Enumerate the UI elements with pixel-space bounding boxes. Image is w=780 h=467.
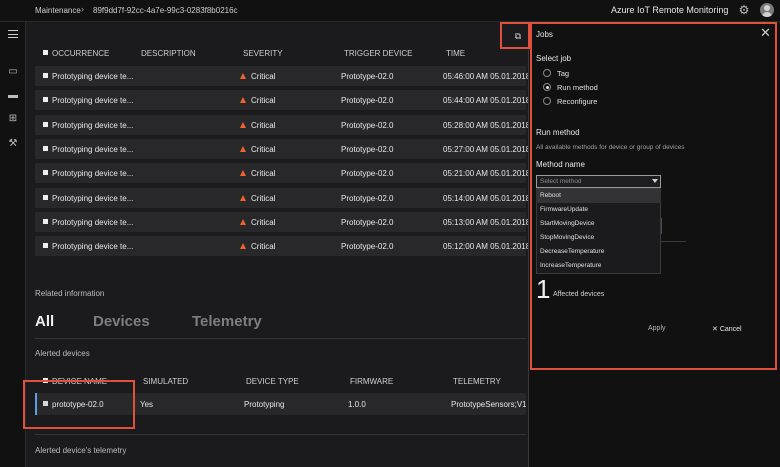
row-checkbox[interactable] xyxy=(43,122,48,127)
maintenance-icon[interactable]: ⚒ xyxy=(6,138,20,150)
occurrence-cell: Prototyping device te... xyxy=(52,218,134,227)
trigger-device-cell: Prototype-02.0 xyxy=(341,96,394,105)
occurrence-cell: Prototyping device te... xyxy=(52,96,134,105)
time-cell: 05:12:00 AM 05.01.2018 xyxy=(443,242,531,251)
chevron-right-icon: › xyxy=(81,4,84,14)
row-checkbox[interactable] xyxy=(43,243,48,248)
breadcrumb-maintenance[interactable]: Maintenance xyxy=(35,6,81,15)
rules-icon[interactable]: ⊞ xyxy=(6,113,20,125)
warning-icon xyxy=(240,73,246,79)
occurrence-cell: Prototyping device te... xyxy=(52,169,134,178)
tab-all[interactable]: All xyxy=(35,313,54,330)
header-simulated[interactable]: SIMULATED xyxy=(143,377,188,386)
trigger-device-cell: Prototype-02.0 xyxy=(341,218,394,227)
table-row[interactable]: Prototyping device te... Critical Protot… xyxy=(35,90,530,110)
trigger-device-cell: Prototype-02.0 xyxy=(341,169,394,178)
device-type-cell: Prototyping xyxy=(244,400,285,409)
warning-icon xyxy=(240,170,246,176)
table-row[interactable]: Prototyping device te... Critical Protot… xyxy=(35,115,530,135)
warning-icon xyxy=(240,97,246,103)
header-occurrence[interactable]: OCCURRENCE xyxy=(43,49,109,58)
severity-cell: Critical xyxy=(251,218,276,227)
select-all-checkbox[interactable] xyxy=(43,50,48,55)
occurrence-cell: Prototyping device te... xyxy=(52,145,134,154)
table-row[interactable]: Prototyping device te... Critical Protot… xyxy=(35,212,530,232)
devices-icon[interactable]: ▬ xyxy=(6,90,20,102)
dashboard-icon[interactable]: ▭ xyxy=(6,66,20,78)
table-row[interactable]: Prototyping device te... Critical Protot… xyxy=(35,139,530,159)
tab-telemetry[interactable]: Telemetry xyxy=(192,313,262,330)
occurrence-cell: Prototyping device te... xyxy=(52,242,134,251)
trigger-device-cell: Prototype-02.0 xyxy=(341,145,394,154)
firmware-cell: 1.0.0 xyxy=(348,400,366,409)
time-cell: 05:44:00 AM 05.01.2018 xyxy=(443,96,531,105)
callout-device-selection xyxy=(23,380,135,429)
top-bar: Maintenance › 89f9dd7f-92cc-4a7e-99c3-02… xyxy=(0,0,780,22)
divider xyxy=(35,338,526,339)
severity-cell: Critical xyxy=(251,242,276,251)
header-trigger-device[interactable]: TRIGGER DEVICE xyxy=(344,49,412,58)
trigger-device-cell: Prototype-02.0 xyxy=(341,242,394,251)
warning-icon xyxy=(240,219,246,225)
trigger-device-cell: Prototype-02.0 xyxy=(341,121,394,130)
alerted-devices-label: Alerted devices xyxy=(35,349,90,358)
device-telemetry-label: Alerted device's telemetry xyxy=(35,446,127,455)
row-checkbox[interactable] xyxy=(43,195,48,200)
gear-icon[interactable]: ⚙ xyxy=(737,3,751,17)
header-firmware[interactable]: FIRMWARE xyxy=(350,377,393,386)
related-info-heading: Related information xyxy=(35,289,105,298)
severity-cell: Critical xyxy=(251,96,276,105)
callout-jobs-panel xyxy=(530,22,777,370)
row-checkbox[interactable] xyxy=(43,73,48,78)
header-description[interactable]: DESCRIPTION xyxy=(141,49,196,58)
severity-cell: Critical xyxy=(251,121,276,130)
time-cell: 05:27:00 AM 05.01.2018 xyxy=(443,145,531,154)
time-cell: 05:13:00 AM 05.01.2018 xyxy=(443,218,531,227)
header-telemetry[interactable]: TELEMETRY xyxy=(453,377,501,386)
occurrence-cell: Prototyping device te... xyxy=(52,121,134,130)
avatar[interactable] xyxy=(760,3,774,17)
warning-icon xyxy=(240,243,246,249)
header-device-type[interactable]: DEVICE TYPE xyxy=(246,377,299,386)
warning-icon xyxy=(240,146,246,152)
occurrence-cell: Prototyping device te... xyxy=(52,72,134,81)
divider xyxy=(35,434,526,435)
time-cell: 05:46:00 AM 05.01.2018 xyxy=(443,72,531,81)
app-title: Azure IoT Remote Monitoring xyxy=(611,5,729,15)
callout-jobs-button xyxy=(500,22,530,49)
time-cell: 05:28:00 AM 05.01.2018 xyxy=(443,121,531,130)
telemetry-cell: PrototypeSensors;V1 xyxy=(451,400,526,409)
simulated-cell: Yes xyxy=(140,400,154,409)
tab-devices[interactable]: Devices xyxy=(93,313,150,330)
table-row[interactable]: Prototyping device te... Critical Protot… xyxy=(35,66,530,86)
trigger-device-cell: Prototype-02.0 xyxy=(341,194,394,203)
occurrence-cell: Prototyping device te... xyxy=(52,194,134,203)
hamburger-icon[interactable] xyxy=(8,30,18,38)
header-time[interactable]: TIME xyxy=(446,49,465,58)
table-row[interactable]: Prototyping device te... Critical Protot… xyxy=(35,163,530,183)
warning-icon xyxy=(240,122,246,128)
time-cell: 05:14:00 AM 05.01.2018 xyxy=(443,194,531,203)
severity-cell: Critical xyxy=(251,169,276,178)
row-checkbox[interactable] xyxy=(43,170,48,175)
severity-cell: Critical xyxy=(251,145,276,154)
table-row[interactable]: Prototyping device te... Critical Protot… xyxy=(35,236,530,256)
header-severity[interactable]: SEVERITY xyxy=(243,49,283,58)
breadcrumb-alert-id: 89f9dd7f-92cc-4a7e-99c3-0283f8b0216c xyxy=(93,6,238,15)
time-cell: 05:21:00 AM 05.01.2018 xyxy=(443,169,531,178)
severity-cell: Critical xyxy=(251,72,276,81)
row-checkbox[interactable] xyxy=(43,219,48,224)
row-checkbox[interactable] xyxy=(43,97,48,102)
trigger-device-cell: Prototype-02.0 xyxy=(341,72,394,81)
warning-icon xyxy=(240,195,246,201)
severity-cell: Critical xyxy=(251,194,276,203)
row-checkbox[interactable] xyxy=(43,146,48,151)
table-row[interactable]: Prototyping device te... Critical Protot… xyxy=(35,188,530,208)
